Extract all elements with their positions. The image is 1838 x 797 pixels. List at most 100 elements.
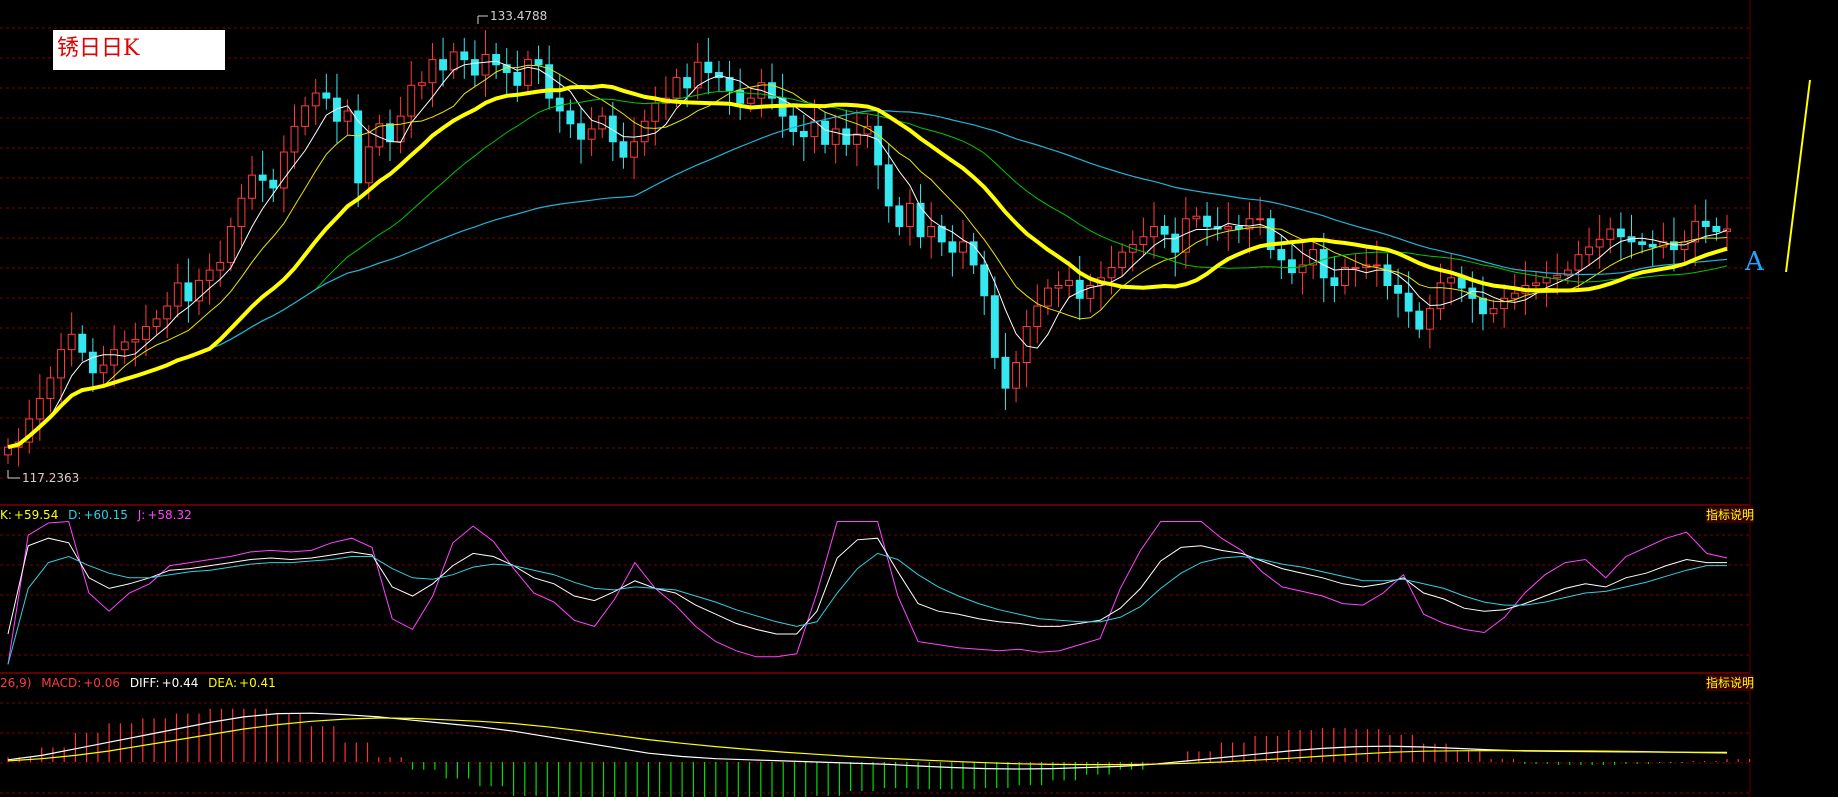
diff-value: +0.44 xyxy=(161,676,199,690)
candle-body xyxy=(248,174,257,199)
candle-body xyxy=(1256,218,1265,221)
candle-body xyxy=(237,197,246,227)
candle-body xyxy=(1043,287,1052,307)
candle-body xyxy=(1478,297,1487,315)
candle-body xyxy=(1075,279,1084,299)
candle-body xyxy=(57,349,66,379)
candle-body xyxy=(990,295,999,358)
candle-body xyxy=(1616,228,1625,238)
d-value: +60.15 xyxy=(83,508,128,522)
candle-body xyxy=(1532,282,1540,286)
diff-label: DIFF: xyxy=(129,676,160,690)
candle-body xyxy=(1107,267,1116,279)
kdj-k-line xyxy=(7,537,1727,635)
candle-body xyxy=(141,326,150,340)
candle-body xyxy=(1648,243,1657,248)
macd-legend: 26,9) MACD: +0.06 DIFF: +0.44 DEA: +0.41 xyxy=(0,676,282,690)
candle-body xyxy=(683,77,692,89)
high-price-label: 133.4788 xyxy=(490,9,547,23)
candle-body xyxy=(428,59,437,84)
candle-body xyxy=(173,282,182,307)
candle-body xyxy=(1595,238,1604,248)
candle-body xyxy=(78,333,87,353)
candle-body xyxy=(1351,267,1360,270)
candle-body xyxy=(386,123,394,143)
candle-body xyxy=(630,141,639,158)
candle-body xyxy=(269,179,278,189)
candle-body xyxy=(874,125,883,166)
candle-body xyxy=(1001,356,1010,389)
macd-indicator xyxy=(7,708,1751,797)
candle-body xyxy=(226,225,235,263)
candle-body xyxy=(470,59,479,76)
candlesticks xyxy=(4,30,1731,467)
candle-body xyxy=(523,59,532,86)
candle-body xyxy=(577,123,585,140)
candle-body xyxy=(131,338,140,343)
candle-body xyxy=(852,133,861,145)
candle-body xyxy=(704,61,713,73)
j-label: J: xyxy=(137,508,146,522)
k-label: K: xyxy=(0,508,12,522)
candle-body xyxy=(35,397,44,420)
candle-body xyxy=(364,146,373,184)
candle-body xyxy=(587,128,596,140)
candle-body xyxy=(1489,308,1498,315)
candle-body xyxy=(1447,277,1456,284)
candle-body xyxy=(1383,264,1392,287)
kdj-explain-button[interactable]: 指标说明 xyxy=(1706,507,1754,523)
candle-body xyxy=(1065,279,1074,287)
price-labels: 133.4788 117.2363 A xyxy=(7,9,1811,485)
macd-label: MACD: xyxy=(41,676,82,690)
dea-label: DEA: xyxy=(208,676,238,690)
candle-body xyxy=(311,92,320,107)
candle-body xyxy=(1054,285,1063,289)
marker-a-label: A xyxy=(1744,247,1765,277)
candle-body xyxy=(1012,362,1021,389)
candle-body xyxy=(110,349,119,366)
candle-body xyxy=(1287,259,1296,274)
candle-body xyxy=(1585,246,1594,256)
candle-body xyxy=(417,82,426,86)
candle-body xyxy=(290,125,299,153)
candle-body xyxy=(927,225,936,238)
candle-body xyxy=(1118,251,1127,269)
candle-body xyxy=(810,120,819,138)
candle-body xyxy=(916,202,925,238)
candle-body xyxy=(905,202,914,227)
candle-body xyxy=(959,241,967,253)
candle-body xyxy=(1457,277,1466,289)
candle-body xyxy=(449,51,458,71)
candle-body xyxy=(1574,254,1583,271)
candle-body xyxy=(619,141,628,158)
candle-body xyxy=(205,269,214,281)
candle-body xyxy=(980,264,989,297)
candle-body xyxy=(46,377,55,399)
k-value: +59.54 xyxy=(13,508,59,522)
candle-body xyxy=(343,110,352,122)
candle-body xyxy=(1022,326,1031,364)
candle-body xyxy=(746,97,755,104)
candle-body xyxy=(937,225,946,243)
candle-body xyxy=(1224,225,1233,230)
candle-body xyxy=(1203,215,1212,227)
candle-body xyxy=(1425,308,1434,330)
candle-body xyxy=(513,71,522,86)
candle-body xyxy=(1415,310,1424,330)
candle-body xyxy=(1150,225,1158,238)
kdj-indicator xyxy=(7,520,1728,665)
candle-body xyxy=(88,351,97,374)
candle-body xyxy=(460,51,469,61)
candle-body xyxy=(640,120,649,143)
candle-body xyxy=(831,128,840,145)
candle-body xyxy=(725,77,734,91)
candle-body xyxy=(1160,225,1169,235)
candle-body xyxy=(1181,218,1190,253)
candle-body xyxy=(1171,233,1180,253)
candle-body xyxy=(842,128,851,145)
candle-body xyxy=(799,131,808,138)
macd-explain-button[interactable]: 指标说明 xyxy=(1706,675,1754,691)
candle-body xyxy=(1033,305,1042,328)
candle-body xyxy=(184,282,193,302)
candle-body xyxy=(1404,292,1413,312)
